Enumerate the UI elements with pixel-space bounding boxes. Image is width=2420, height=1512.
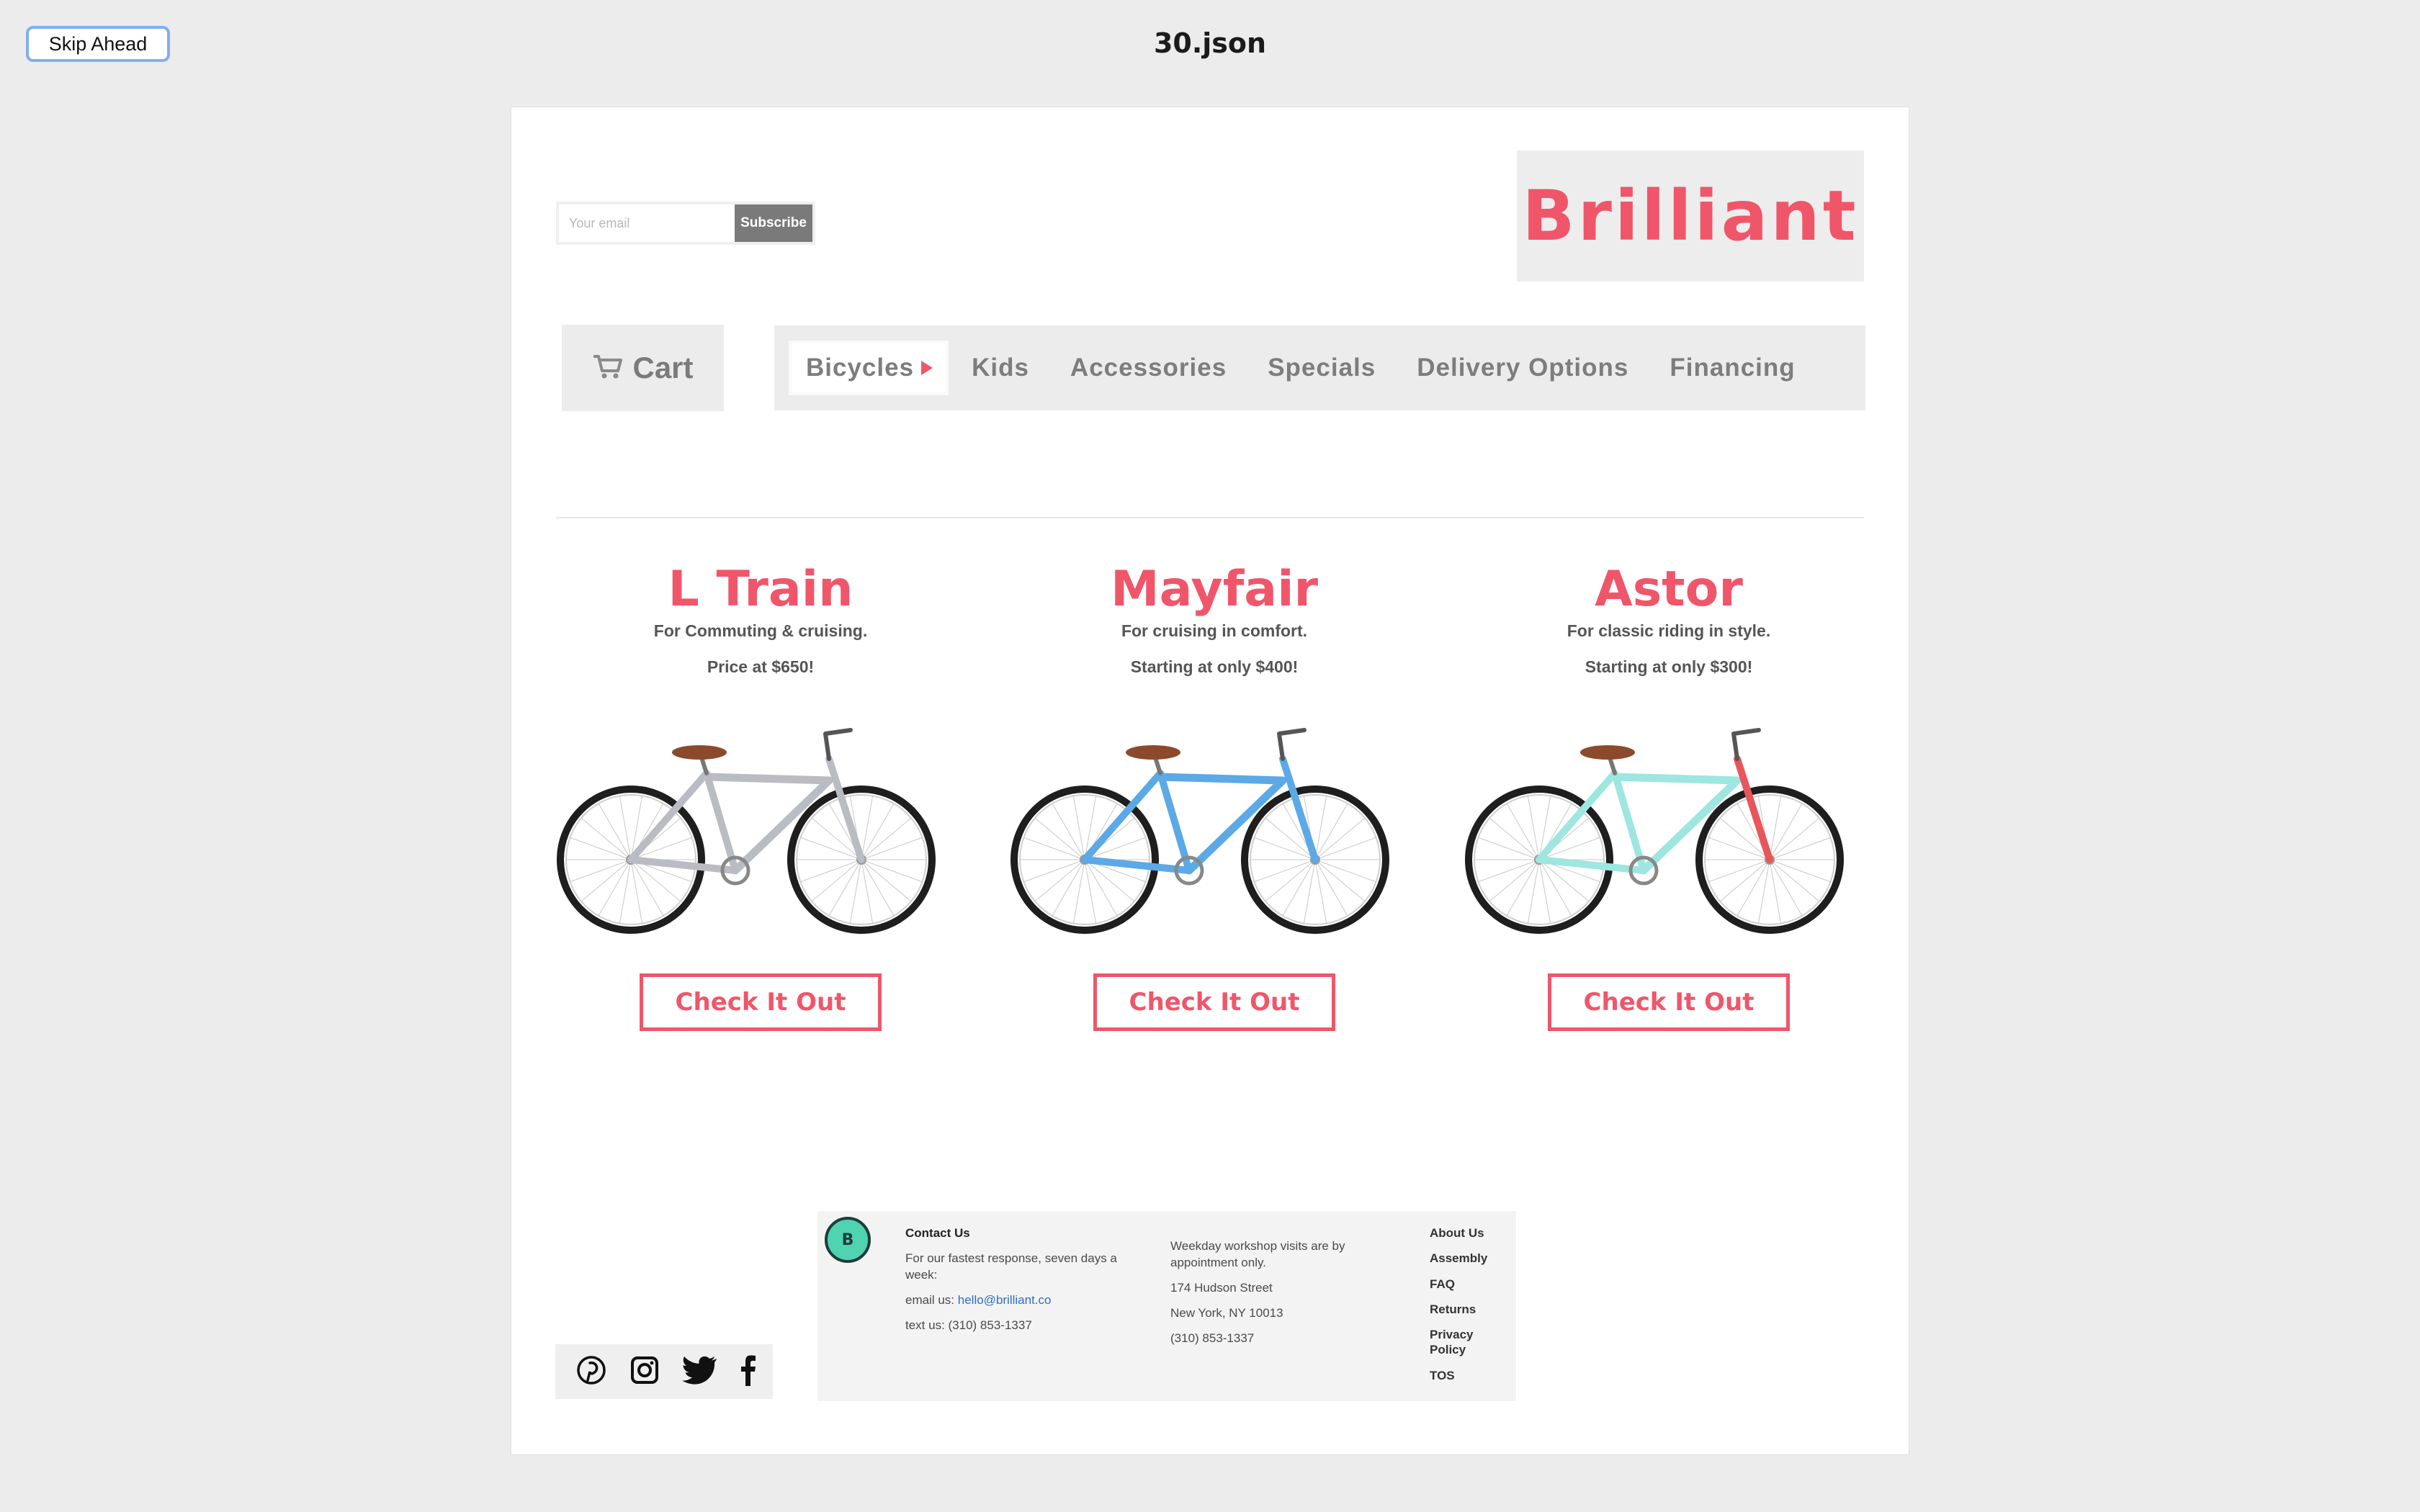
cart-label: Cart xyxy=(632,351,694,384)
footer-links: About Us Assembly FAQ Returns Privacy Po… xyxy=(1430,1225,1487,1393)
subscribe-button[interactable]: Subscribe xyxy=(735,204,812,242)
product-name: Astor xyxy=(1595,561,1743,618)
product-name: Mayfair xyxy=(1110,561,1319,618)
saddle xyxy=(1580,745,1635,760)
play-arrow-icon xyxy=(921,361,933,375)
nav-item-bicycles[interactable]: Bicycles xyxy=(788,341,949,395)
main-nav: Bicycles Kids Accessories Specials Deliv… xyxy=(774,325,1865,410)
logo-text: Brilliant xyxy=(1522,176,1859,256)
bicycle-image xyxy=(557,728,936,934)
email-line: email us: hello@brilliant.co xyxy=(905,1292,1150,1309)
nav-item-financing[interactable]: Financing xyxy=(1670,354,1795,382)
saddle xyxy=(1126,745,1180,760)
street-text: 174 Hudson Street xyxy=(1170,1280,1273,1295)
email-label: email us: xyxy=(905,1292,955,1307)
brand-logo[interactable]: Brilliant xyxy=(1517,150,1864,282)
twitter-icon[interactable] xyxy=(682,1354,718,1390)
nav-item-delivery-options[interactable]: Delivery Options xyxy=(1417,354,1628,382)
cart-button[interactable]: Cart xyxy=(562,325,724,411)
subscribe-form: Your email Subscribe xyxy=(556,202,815,245)
footer-link-returns[interactable]: Returns xyxy=(1430,1302,1487,1317)
footer-link-about[interactable]: About Us xyxy=(1430,1225,1487,1241)
visits-text: Weekday workshop visits are by appointme… xyxy=(1170,1239,1345,1269)
nav-label: Bicycles xyxy=(806,354,915,382)
email-link[interactable]: hello@brilliant.co xyxy=(958,1293,1052,1307)
page-title: 30.json xyxy=(1153,27,1267,59)
facebook-icon[interactable] xyxy=(740,1354,757,1390)
social-links xyxy=(555,1344,773,1399)
city-text: New York, NY 10013 xyxy=(1170,1305,1283,1320)
footer-link-faq[interactable]: FAQ xyxy=(1430,1277,1487,1292)
nav-item-specials[interactable]: Specials xyxy=(1268,354,1376,382)
footer-link-assembly[interactable]: Assembly xyxy=(1430,1251,1487,1266)
bicycle-image xyxy=(1010,728,1389,934)
contact-text: For our fastest response, seven days a w… xyxy=(905,1251,1117,1282)
check-it-out-button[interactable]: Check It Out xyxy=(1093,973,1335,1031)
product-price: Starting at only $400! xyxy=(1130,657,1299,676)
footer-link-privacy[interactable]: Privacy Policy xyxy=(1430,1327,1487,1358)
pinterest-icon[interactable] xyxy=(575,1354,607,1390)
bicycle-image xyxy=(1465,728,1844,934)
nav-item-kids[interactable]: Kids xyxy=(972,354,1029,382)
site-frame: Your email Subscribe Brilliant Cart Bicy… xyxy=(511,107,1909,1455)
text-line: text us: (310) 853-1337 xyxy=(905,1318,1032,1332)
saddle xyxy=(672,745,727,760)
email-input[interactable]: Your email xyxy=(559,204,735,242)
divider xyxy=(556,517,1864,518)
phone-text: (310) 853-1337 xyxy=(1170,1331,1255,1345)
product-desc: For Commuting & cruising. xyxy=(653,621,868,640)
instagram-icon[interactable] xyxy=(629,1354,660,1390)
product-price: Starting at only $300! xyxy=(1585,657,1753,676)
product-desc: For classic riding in style. xyxy=(1567,621,1771,640)
footer-logo: B xyxy=(825,1217,871,1263)
nav-item-accessories[interactable]: Accessories xyxy=(1070,354,1227,382)
footer: B Contact Us For our fastest response, s… xyxy=(817,1211,1516,1401)
product-desc: For cruising in comfort. xyxy=(1121,621,1308,640)
footer-link-tos[interactable]: TOS xyxy=(1430,1368,1487,1383)
contact-column: Contact Us For our fastest response, sev… xyxy=(905,1225,1150,1334)
check-it-out-button[interactable]: Check It Out xyxy=(640,973,882,1031)
cart-icon xyxy=(592,354,624,383)
product-price: Price at $650! xyxy=(707,657,815,676)
address-column: Weekday workshop visits are by appointme… xyxy=(1170,1238,1394,1347)
check-it-out-button[interactable]: Check It Out xyxy=(1548,973,1790,1031)
product-name: L Train xyxy=(668,561,853,618)
contact-heading: Contact Us xyxy=(905,1226,970,1240)
